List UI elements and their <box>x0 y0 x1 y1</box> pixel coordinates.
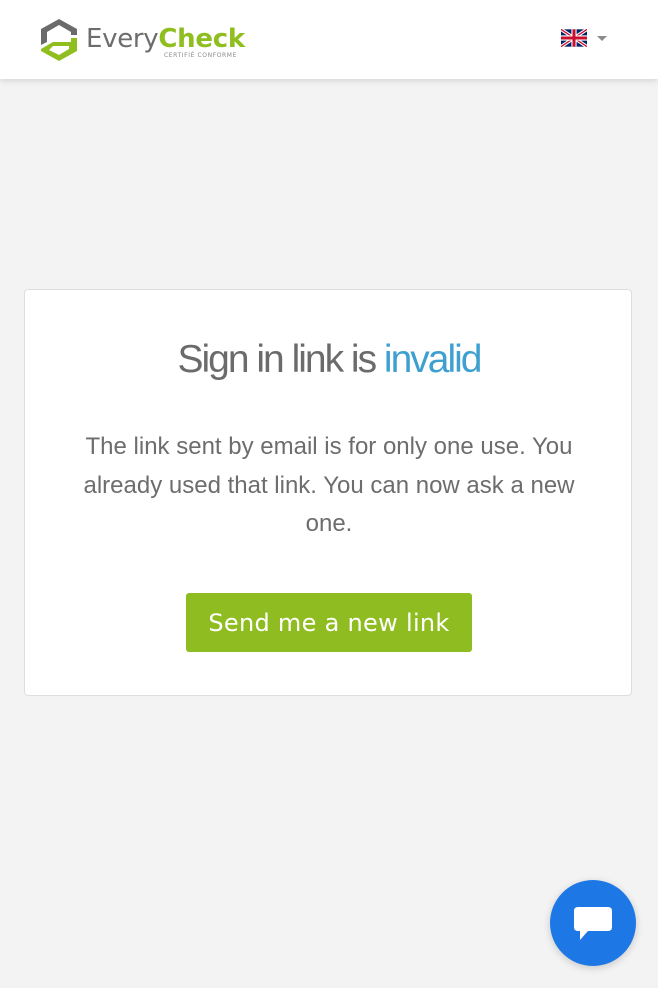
chat-bubble-icon <box>574 907 612 940</box>
title-accent: invalid <box>383 338 483 381</box>
send-new-link-button[interactable]: Send me a new link <box>186 593 472 652</box>
top-header: EveryCheck CERTIFIÉ CONFORME <box>0 0 658 79</box>
language-selector[interactable] <box>561 29 607 47</box>
invalid-link-message: The link sent by email is for only one u… <box>83 433 575 537</box>
page-title: Sign in link is invalid <box>0 338 658 382</box>
logo-name: EveryCheck <box>86 24 245 54</box>
logo-tagline: CERTIFIÉ CONFORME <box>164 52 237 59</box>
title-prefix: Sign in link is <box>177 338 384 381</box>
logo-name-check: Check <box>158 24 245 54</box>
everycheck-logo-icon <box>41 19 77 61</box>
chat-launcher-button[interactable] <box>550 880 636 966</box>
caret-down-icon <box>597 35 607 41</box>
logo-text: EveryCheck CERTIFIÉ CONFORME <box>86 18 245 59</box>
logo-name-every: Every <box>86 24 159 54</box>
uk-flag-icon <box>561 29 587 47</box>
everycheck-logo[interactable]: EveryCheck CERTIFIÉ CONFORME <box>40 18 245 62</box>
